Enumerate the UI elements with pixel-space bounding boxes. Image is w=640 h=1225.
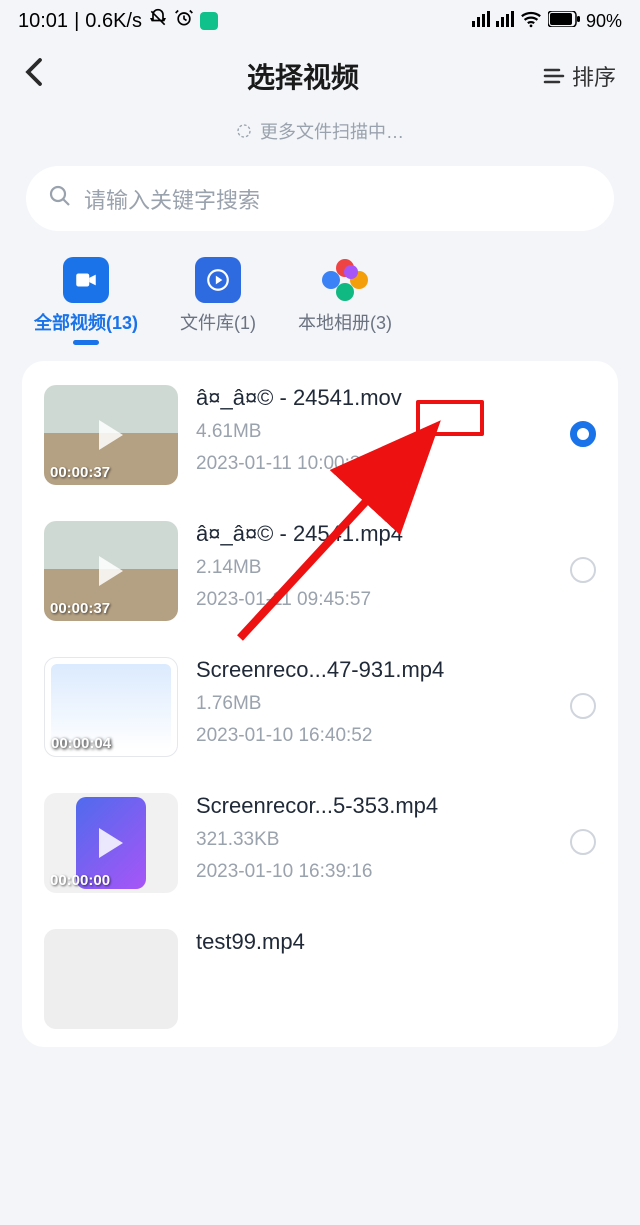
alarm-icon bbox=[174, 8, 194, 34]
file-size: 4.61MB bbox=[196, 421, 552, 443]
app-indicator-icon bbox=[200, 12, 218, 30]
play-icon bbox=[99, 420, 123, 450]
duration-badge: 00:00:04 bbox=[51, 735, 111, 752]
list-item[interactable]: test99.mp4 bbox=[22, 911, 618, 1047]
file-name: â¤_â¤© - 24541.mp4 bbox=[196, 521, 552, 547]
tab-library[interactable]: 文件库(1) bbox=[180, 257, 256, 335]
list-item[interactable]: 00:00:00 Screenrecor...5-353.mp4 321.33K… bbox=[22, 775, 618, 911]
file-size: 321.33KB bbox=[196, 829, 552, 851]
video-thumbnail: 00:00:37 bbox=[44, 521, 178, 621]
sort-label: 排序 bbox=[572, 60, 616, 92]
play-icon bbox=[99, 556, 123, 586]
select-radio[interactable] bbox=[570, 421, 596, 447]
status-bar: 10:01 | 0.6K/s 90% bbox=[0, 0, 640, 42]
dnd-icon bbox=[148, 8, 168, 34]
file-name: test99.mp4 bbox=[196, 929, 596, 955]
header: 选择视频 排序 bbox=[0, 42, 640, 106]
active-underline bbox=[73, 340, 99, 345]
scan-hint: 更多文件扫描中… bbox=[0, 106, 640, 166]
duration-badge: 00:00:37 bbox=[50, 464, 110, 481]
video-thumbnail: 00:00:00 bbox=[44, 793, 178, 893]
select-radio[interactable] bbox=[570, 557, 596, 583]
battery-icon bbox=[548, 11, 580, 32]
signal-icon bbox=[472, 11, 490, 32]
video-icon bbox=[63, 257, 109, 303]
play-icon bbox=[99, 828, 123, 858]
file-name: Screenreco...47-931.mp4 bbox=[196, 657, 552, 683]
video-thumbnail: 00:00:04 bbox=[44, 657, 178, 757]
search-input[interactable]: 请输入关键字搜索 bbox=[26, 166, 614, 231]
file-date: 2023-01-11 09:45:57 bbox=[196, 589, 552, 611]
sort-button[interactable]: 排序 bbox=[542, 60, 616, 92]
source-tabs: 全部视频(13) 文件库(1) 本地相册(3) bbox=[0, 231, 640, 353]
list-item[interactable]: 00:00:04 Screenreco...47-931.mp4 1.76MB … bbox=[22, 639, 618, 775]
select-radio[interactable] bbox=[570, 693, 596, 719]
file-name: â¤_â¤© - 24541.mov bbox=[196, 385, 552, 411]
search-placeholder: 请输入关键字搜索 bbox=[84, 183, 260, 215]
file-size: 2.14MB bbox=[196, 557, 552, 579]
library-icon bbox=[195, 257, 241, 303]
wifi-icon bbox=[520, 10, 542, 33]
page-title: 选择视频 bbox=[64, 56, 542, 96]
battery-pct: 90% bbox=[586, 11, 622, 32]
back-button[interactable] bbox=[24, 57, 64, 95]
list-item[interactable]: 00:00:37 â¤_â¤© - 24541.mov 4.61MB 2023-… bbox=[22, 367, 618, 503]
status-right: 90% bbox=[472, 10, 622, 33]
video-list: 00:00:37 â¤_â¤© - 24541.mov 4.61MB 2023-… bbox=[22, 361, 618, 1047]
duration-badge: 00:00:00 bbox=[50, 872, 110, 889]
select-radio[interactable] bbox=[570, 829, 596, 855]
signal2-icon bbox=[496, 11, 514, 32]
file-size: 1.76MB bbox=[196, 693, 552, 715]
search-icon bbox=[48, 184, 72, 214]
file-date: 2023-01-11 10:00:39 bbox=[196, 453, 552, 475]
list-item[interactable]: 00:00:37 â¤_â¤© - 24541.mp4 2.14MB 2023-… bbox=[22, 503, 618, 639]
status-time: 10:01 bbox=[18, 10, 68, 33]
gallery-icon bbox=[322, 257, 368, 303]
tab-all-videos[interactable]: 全部视频(13) bbox=[34, 257, 138, 335]
video-thumbnail bbox=[44, 929, 178, 1029]
duration-badge: 00:00:37 bbox=[50, 600, 110, 617]
video-thumbnail: 00:00:37 bbox=[44, 385, 178, 485]
file-date: 2023-01-10 16:39:16 bbox=[196, 861, 552, 883]
file-date: 2023-01-10 16:40:52 bbox=[196, 725, 552, 747]
tab-local-album[interactable]: 本地相册(3) bbox=[298, 257, 392, 335]
status-left: 10:01 | 0.6K/s bbox=[18, 8, 218, 34]
file-name: Screenrecor...5-353.mp4 bbox=[196, 793, 552, 819]
status-speed: 0.6K/s bbox=[85, 10, 142, 33]
